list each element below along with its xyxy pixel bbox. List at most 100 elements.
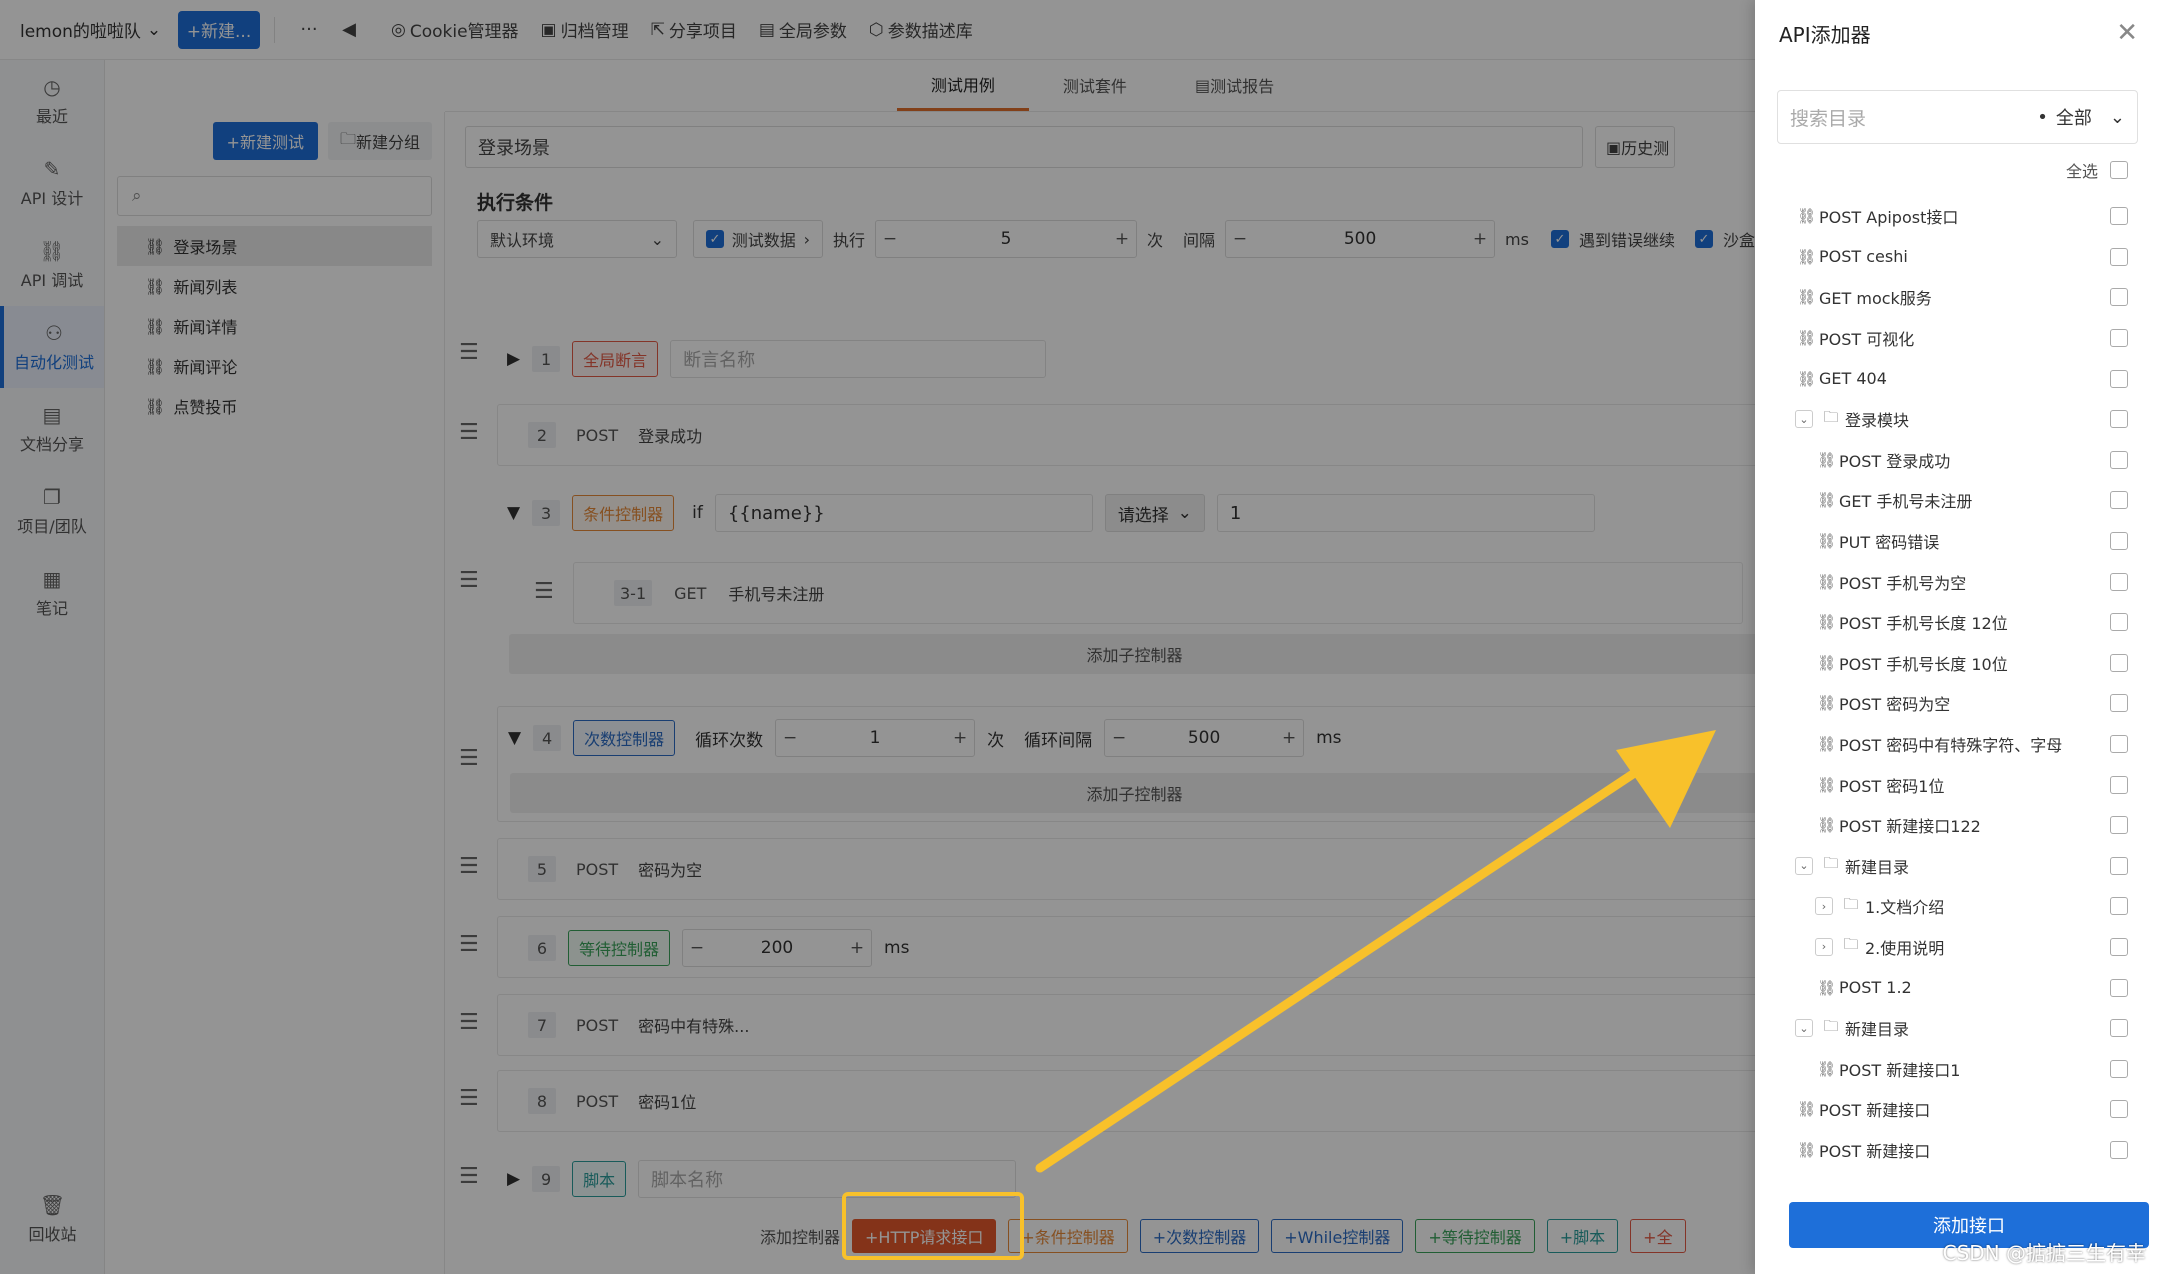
folder-icon: 🗀 [1843,935,1859,954]
api-tree-item[interactable]: ⛓ POST Apipost接口 [1755,196,2160,237]
tree-item-label: PUT 密码错误 [1839,533,1940,553]
tree-item-content: ⛓ POST Apipost接口 [1755,204,1958,228]
highlight-box [842,1192,1024,1260]
tree-item-content: ⛓ POST 1.2 [1755,978,1912,997]
tree-item-label: GET 手机号未注册 [1839,492,1973,512]
item-checkbox[interactable] [2110,1100,2128,1119]
scope-select[interactable]: • 全部 ⌄ [2037,104,2125,130]
api-tree-item[interactable]: ⛓ POST 密码中有特殊字符、字母 [1755,724,2160,765]
search-placeholder: 搜索目录 [1790,107,1867,130]
chevron-down-icon[interactable]: ⌄ [1795,1019,1813,1038]
item-checkbox[interactable] [2110,329,2128,348]
api-adder-drawer: API添加器 ✕ 搜索目录 • 全部 ⌄ 全选 ⛓ POST Apipost接口 ⛓… [1755,0,2160,1274]
chevron-down-icon[interactable]: ⌄ [1795,856,1813,875]
tree-item-label: POST 密码为空 [1839,695,1951,715]
item-checkbox[interactable] [2110,816,2128,835]
select-all-checkbox[interactable] [2110,161,2128,179]
api-tree-item[interactable]: ⛓ POST 密码为空 [1755,683,2160,724]
item-checkbox[interactable] [2110,207,2128,226]
chevron-right-icon[interactable]: › [1815,897,1833,916]
folder-tree-item[interactable]: › 🗀 1.文档介绍 [1755,886,2160,927]
api-tree-item[interactable]: ⛓ POST 登录成功 [1755,440,2160,481]
folder-tree-item[interactable]: ⌄ 🗀 登录模块 [1755,399,2160,440]
api-tree-item[interactable]: ⛓ PUT 密码错误 [1755,521,2160,562]
item-checkbox[interactable] [2110,247,2128,266]
api-tree-item[interactable]: ⛓ POST ceshi [1755,237,2160,278]
item-checkbox[interactable] [2110,613,2128,632]
tree-item-label: 登录模块 [1845,411,1910,431]
watermark: CSDN @掂掂三生有幸 [1942,1241,2146,1265]
item-checkbox[interactable] [2110,1059,2128,1078]
api-tree-item[interactable]: ⛓ POST 手机号长度 12位 [1755,602,2160,643]
link-icon: ⛓ [1817,613,1837,632]
dot-icon: • [2037,106,2048,128]
folder-tree-item[interactable]: ⌄ 🗀 新建目录 [1755,1008,2160,1049]
api-tree-item[interactable]: ⛓ POST 密码1位 [1755,764,2160,805]
item-checkbox[interactable] [2110,653,2128,672]
tree-item-content: ⛓ POST 手机号长度 12位 [1755,610,2008,634]
tree-item-content: ⛓ GET 404 [1755,369,1887,388]
api-tree-item[interactable]: ⛓ POST 手机号为空 [1755,561,2160,602]
item-checkbox[interactable] [2110,450,2128,469]
item-checkbox[interactable] [2110,369,2128,388]
item-checkbox[interactable] [2110,937,2128,956]
folder-icon: 🗀 [1843,894,1859,913]
api-tree-item[interactable]: ⛓ GET mock服务 [1755,277,2160,318]
folder-tree-item[interactable]: › 🗀 2.使用说明 [1755,927,2160,968]
folder-icon: 🗀 [1823,854,1839,873]
directory-search-input[interactable]: 搜索目录 • 全部 ⌄ [1777,90,2138,144]
api-tree-item[interactable]: ⛓ POST 新建接口1 [1755,1048,2160,1089]
tree-item-content: ⛓ POST 密码1位 [1755,773,1944,797]
api-tree-item[interactable]: ⛓ POST 1.2 [1755,967,2160,1008]
close-icon[interactable]: ✕ [2116,18,2138,48]
chevron-right-icon[interactable]: › [1815,937,1833,956]
item-checkbox[interactable] [2110,1019,2128,1038]
api-tree-item[interactable]: ⛓ POST 可视化 [1755,318,2160,359]
link-icon: ⛓ [1817,694,1837,713]
tree-item-label: 新建目录 [1845,857,1910,877]
drawer-header: API添加器 ✕ [1755,0,2160,66]
tree-item-content: ⛓ POST 手机号长度 10位 [1755,651,2008,675]
api-tree-item[interactable]: ⛓ GET 404 [1755,358,2160,399]
item-checkbox[interactable] [2110,572,2128,591]
select-all-label: 全选 [2065,162,2098,181]
api-tree-item[interactable]: ⛓ POST 手机号长度 10位 [1755,643,2160,684]
folder-tree-item[interactable]: ⌄ 🗀 新建目录 [1755,846,2160,887]
tree-item-content: ⛓ POST 可视化 [1755,326,1914,350]
chevron-down-icon: ⌄ [2109,106,2125,128]
tree-item-content: › 🗀 2.使用说明 [1755,934,1944,959]
tree-item-label: POST 登录成功 [1839,451,1951,471]
item-checkbox[interactable] [2110,856,2128,875]
tree-item-label: POST 可视化 [1819,330,1915,350]
tree-item-label: POST 新建接口122 [1839,817,1981,837]
item-checkbox[interactable] [2110,897,2128,916]
link-icon: ⛓ [1817,735,1837,754]
item-checkbox[interactable] [2110,410,2128,429]
tree-item-label: POST 手机号长度 12位 [1839,614,2008,634]
folder-icon: 🗀 [1823,1016,1839,1035]
item-checkbox[interactable] [2110,735,2128,754]
item-checkbox[interactable] [2110,694,2128,713]
item-checkbox[interactable] [2110,532,2128,551]
tree-item-content: ⌄ 🗀 新建目录 [1755,853,1909,878]
link-icon: ⛓ [1797,1140,1817,1159]
item-checkbox[interactable] [2110,491,2128,510]
item-checkbox[interactable] [2110,775,2128,794]
chevron-down-icon[interactable]: ⌄ [1795,410,1813,429]
link-icon: ⛓ [1797,329,1817,348]
api-tree-item[interactable]: ⛓ GET 手机号未注册 [1755,480,2160,521]
api-tree-item[interactable]: ⛓ POST 新建接口122 [1755,805,2160,846]
item-checkbox[interactable] [2110,288,2128,307]
tree-item-content: › 🗀 1.文档介绍 [1755,894,1944,919]
scope-value: 全部 [2055,108,2092,129]
link-icon: ⛓ [1817,450,1837,469]
item-checkbox[interactable] [2110,978,2128,997]
folder-icon: 🗀 [1823,407,1839,426]
tree-item-label: GET mock服务 [1819,289,1932,309]
link-icon: ⛓ [1817,978,1837,997]
item-checkbox[interactable] [2110,1140,2128,1159]
api-tree-item[interactable]: ⛓ POST 新建接口 [1755,1130,2160,1171]
api-tree-item[interactable]: ⛓ POST 新建接口 [1755,1089,2160,1130]
tree-item-content: ⛓ POST ceshi [1755,247,1908,266]
arrow-annotation [1035,730,1716,1173]
